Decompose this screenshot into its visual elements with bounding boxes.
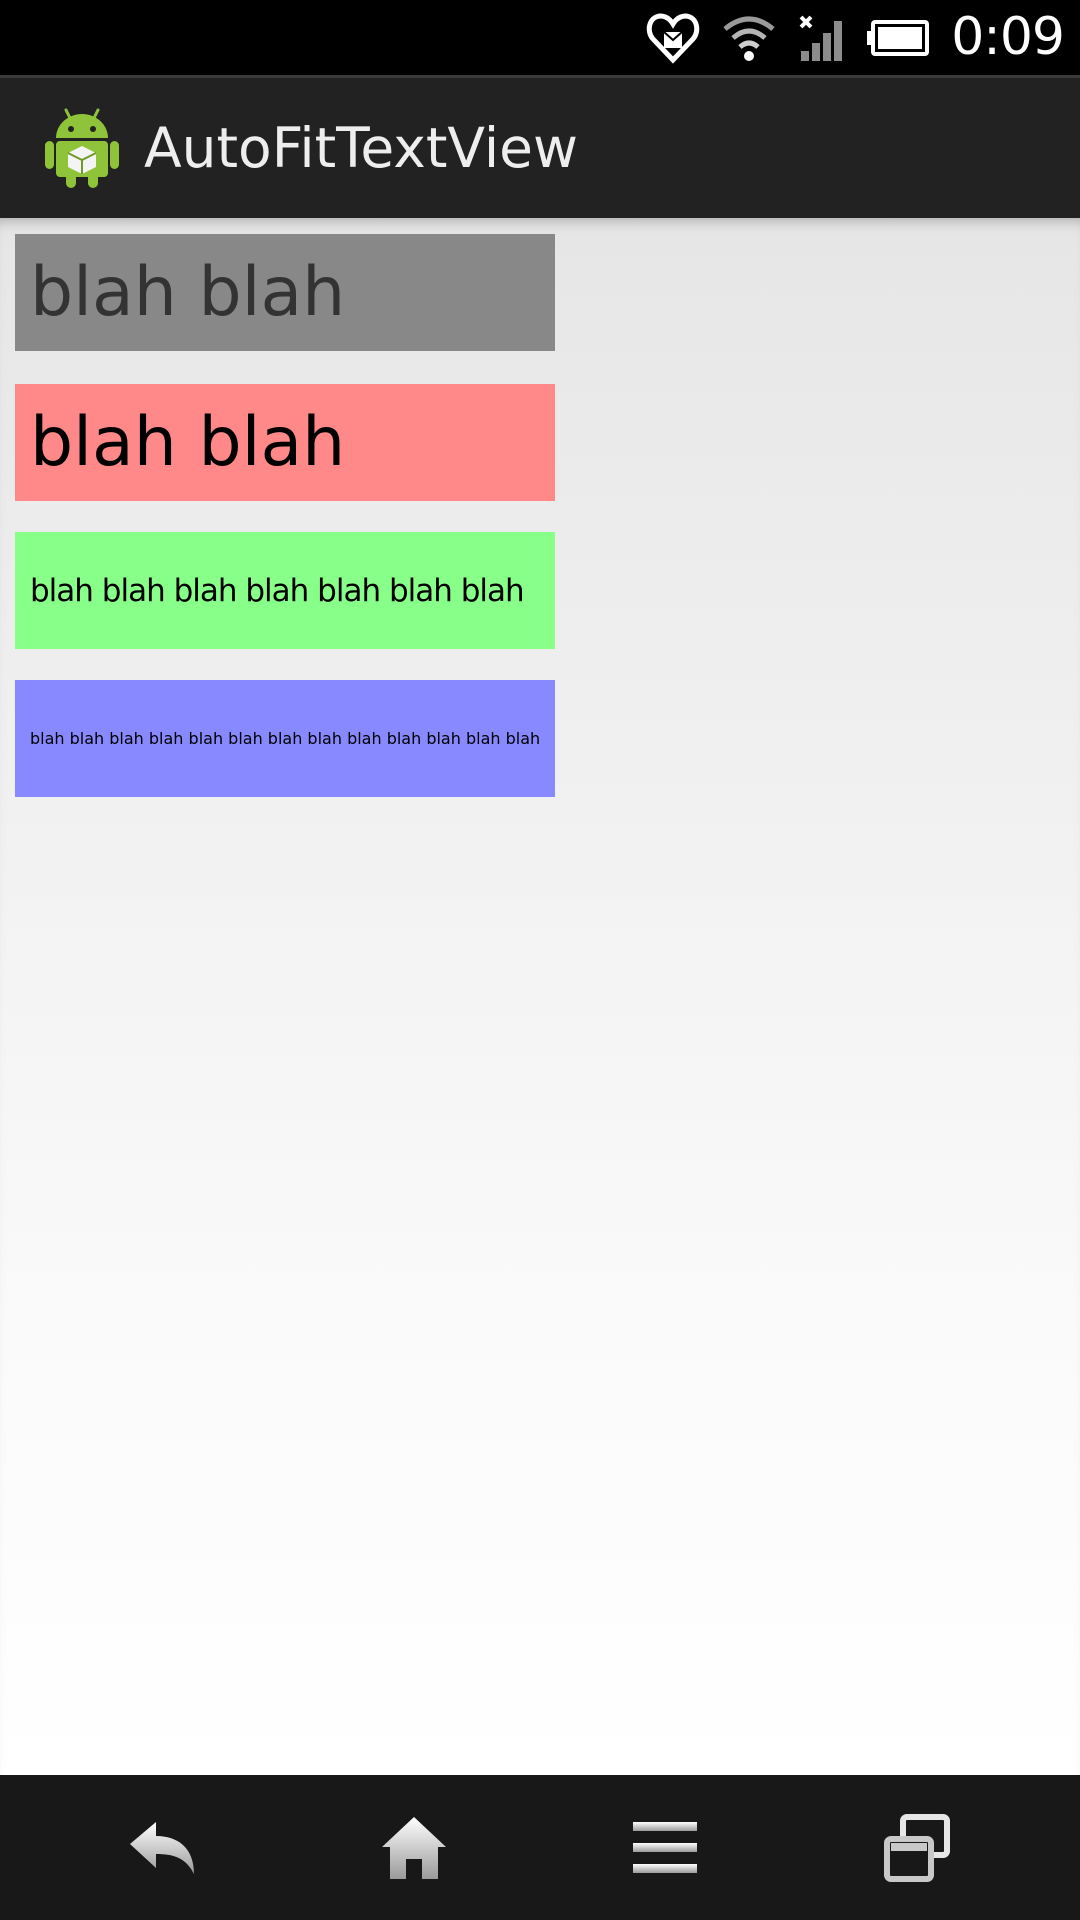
status-bar: 0:09 [0,0,1080,75]
android-app-icon[interactable] [44,104,120,194]
app-title: AutoFitTextView [144,116,578,180]
back-icon [130,1821,194,1874]
cell-signal-icon [797,13,847,63]
autofit-text-blue: blah blah blah blah blah blah blah blah … [15,680,555,797]
status-clock: 0:09 [951,7,1065,67]
home-button[interactable] [349,1775,479,1920]
navigation-bar [0,1775,1080,1920]
content-area: blah blah blah blah blah blah blah blah … [0,218,1080,1775]
battery-icon [867,18,931,58]
menu-icon [633,1821,697,1873]
menu-button[interactable] [600,1775,730,1920]
action-bar: AutoFitTextView [0,75,1080,218]
recent-apps-button[interactable] [852,1775,982,1920]
recent-apps-icon [884,1813,950,1882]
wifi-icon [721,13,777,63]
autofit-text-gray: blah blah [15,234,555,351]
back-button[interactable] [98,1775,228,1920]
home-icon [382,1816,446,1879]
autofit-text-green: blah blah blah blah blah blah blah [15,532,555,649]
status-icons: 0:09 [645,0,1080,75]
heart-notification-icon [645,10,701,66]
autofit-text-red: blah blah [15,384,555,501]
